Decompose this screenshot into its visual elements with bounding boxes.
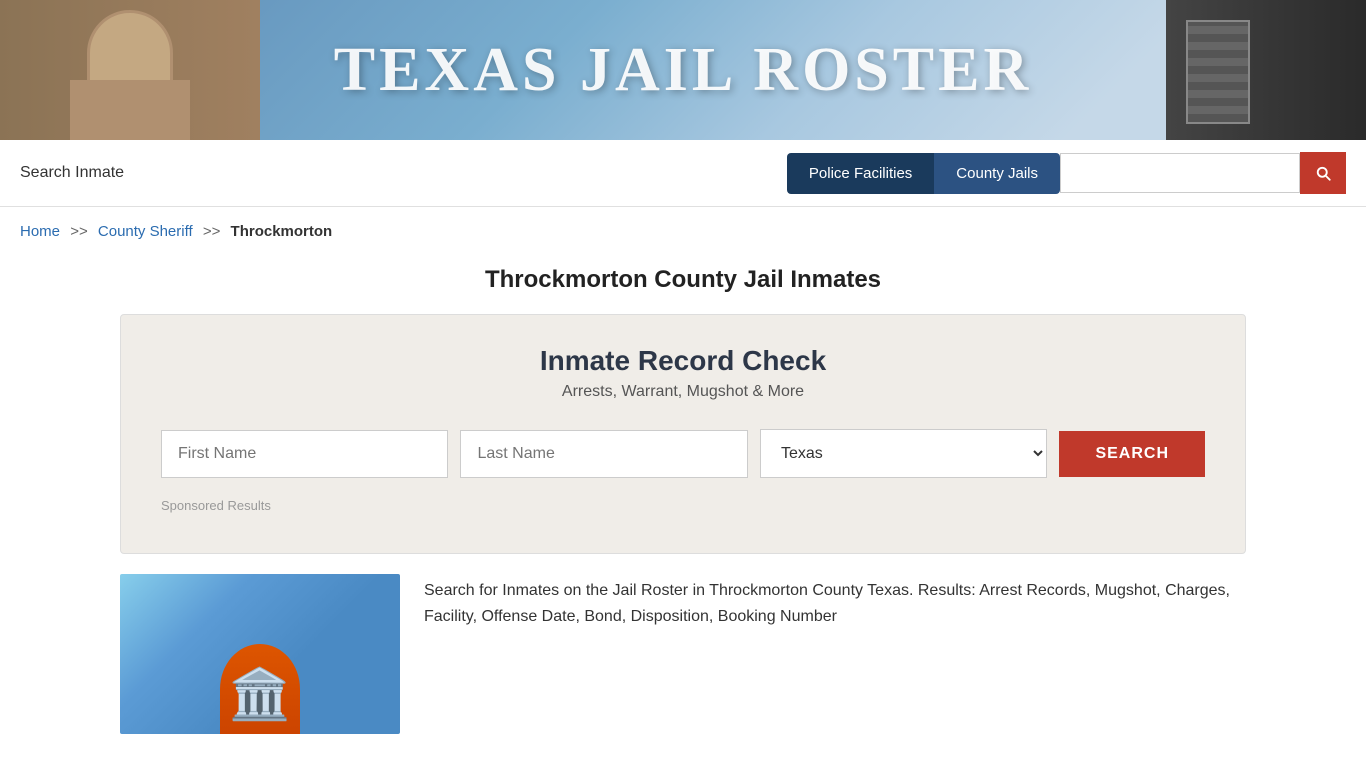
record-check-title: Inmate Record Check	[161, 345, 1205, 377]
state-select[interactable]: AlabamaAlaskaArizonaArkansasCaliforniaCo…	[760, 429, 1047, 478]
navbar-right: Police Facilities County Jails	[787, 152, 1346, 194]
search-icon	[1314, 164, 1332, 182]
first-name-input[interactable]	[161, 430, 448, 478]
breadcrumb-current: Throckmorton	[231, 223, 333, 240]
record-check-subtitle: Arrests, Warrant, Mugshot & More	[161, 383, 1205, 401]
record-check-box: Inmate Record Check Arrests, Warrant, Mu…	[120, 314, 1246, 554]
banner-title: Texas Jail Roster	[334, 35, 1033, 106]
search-form: AlabamaAlaskaArizonaArkansasCaliforniaCo…	[161, 429, 1205, 478]
police-facilities-button[interactable]: Police Facilities	[787, 153, 934, 194]
search-inmate-label: Search Inmate	[20, 164, 124, 181]
breadcrumb-separator-2: >>	[203, 223, 221, 240]
breadcrumb-county-sheriff[interactable]: County Sheriff	[98, 223, 193, 240]
breadcrumb-separator-1: >>	[70, 223, 88, 240]
breadcrumb-home[interactable]: Home	[20, 223, 60, 240]
record-search-button[interactable]: SEARCH	[1059, 431, 1205, 477]
facility-search-input[interactable]	[1060, 153, 1300, 193]
bottom-section: Search for Inmates on the Jail Roster in…	[120, 574, 1246, 754]
bottom-description: Search for Inmates on the Jail Roster in…	[424, 574, 1246, 734]
page-title-section: Throckmorton County Jail Inmates	[0, 256, 1366, 314]
jail-image	[1166, 0, 1366, 140]
sponsored-results-label: Sponsored Results	[161, 498, 1205, 513]
bottom-courthouse-image	[120, 574, 400, 734]
county-jails-button[interactable]: County Jails	[934, 153, 1060, 194]
header-banner: Texas Jail Roster	[0, 0, 1366, 140]
facility-search-button[interactable]	[1300, 152, 1346, 194]
capitol-image	[0, 0, 260, 140]
breadcrumb: Home >> County Sheriff >> Throckmorton	[0, 207, 1366, 256]
navbar-left: Search Inmate	[20, 164, 787, 182]
navbar: Search Inmate Police Facilities County J…	[0, 140, 1366, 207]
page-title: Throckmorton County Jail Inmates	[20, 266, 1346, 294]
last-name-input[interactable]	[460, 430, 747, 478]
